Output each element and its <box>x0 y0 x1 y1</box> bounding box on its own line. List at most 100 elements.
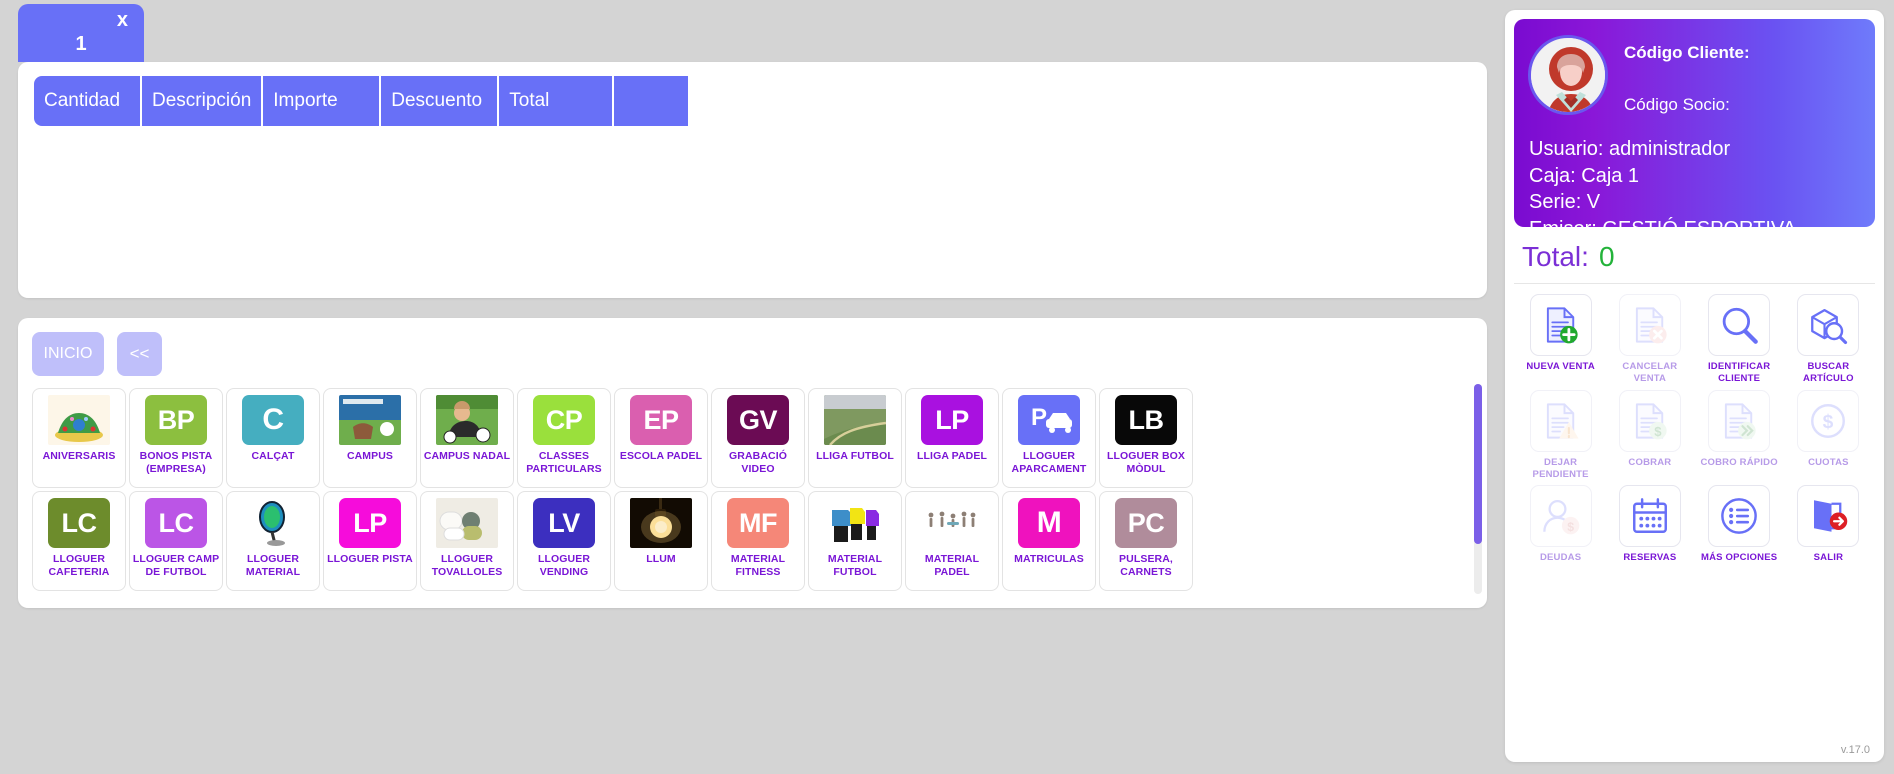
product-label: LLOGUER CAMP DE FUTBOL <box>132 553 220 579</box>
action-label: NUEVA VENTA <box>1526 361 1595 372</box>
product-thumbnail-parking: P <box>1018 395 1080 445</box>
product-tile[interactable]: LLUM <box>614 491 708 591</box>
coin-dollar-icon: $ <box>1797 389 1860 452</box>
codigo-cliente-label: Código Cliente: <box>1624 43 1750 62</box>
product-initials: LP <box>339 498 401 548</box>
serie-line: Serie: V <box>1529 191 1601 214</box>
doc-money-icon: $ <box>1618 389 1681 452</box>
action-label: CUOTAS <box>1808 456 1849 468</box>
action-label: COBRAR <box>1628 456 1672 468</box>
product-label: MATERIAL FUTBOL <box>827 553 883 579</box>
action-label: SALIR <box>1813 552 1844 564</box>
product-scrollbar[interactable] <box>1474 384 1482 594</box>
product-tile[interactable]: C CALÇAT <box>226 388 320 488</box>
right-sidebar: Código Cliente: Código Socio: Usuario: a… <box>1505 10 1884 762</box>
action-button-cobro-r-pido: COBRO RÁPIDO <box>1697 389 1782 482</box>
doc-warning-icon <box>1529 389 1592 452</box>
product-tile[interactable]: LV LLOGUER VENDING <box>517 491 611 591</box>
product-initials: LV <box>533 498 595 548</box>
product-thumbnail-racket <box>242 498 304 548</box>
product-tile[interactable]: LP LLOGUER PISTA <box>323 491 417 591</box>
action-button-grid: NUEVA VENTA CANCELAR VENTA IDENTIFICAR CLI… <box>1514 284 1875 565</box>
product-initials: LB <box>1115 395 1177 445</box>
product-tile[interactable]: LB LLOGUER BOX MÒDUL <box>1099 388 1193 488</box>
column-header-importe: Importe <box>263 76 382 126</box>
pos-application: x 1 Cantidad Descripción Importe Descuento T… <box>0 0 1894 774</box>
action-row: NUEVA VENTA CANCELAR VENTA IDENTIFICAR CLI… <box>1518 294 1871 386</box>
product-initials: M <box>1018 498 1080 548</box>
action-button-reservas[interactable]: RESERVAS <box>1607 485 1692 564</box>
action-label: BUSCAR ARTÍCULO <box>1803 361 1854 385</box>
product-tile[interactable]: LLOGUER MATERIAL <box>226 491 320 591</box>
product-tile[interactable]: LP LLIGA PADEL <box>905 388 999 488</box>
box-search-icon <box>1797 294 1860 356</box>
action-label: CANCELAR VENTA <box>1622 361 1678 385</box>
action-button-cuotas: $ CUOTAS <box>1786 389 1871 482</box>
product-tile[interactable]: PC PULSERA, CARNETS <box>1099 491 1193 591</box>
product-scrollbar-thumb[interactable] <box>1474 384 1482 544</box>
product-tile[interactable]: P LLOGUER APARCAMENT <box>1002 388 1096 488</box>
product-tile[interactable]: CAMPUS <box>323 388 417 488</box>
product-tile[interactable]: BP BONOS PISTA (EMPRESA) <box>129 388 223 488</box>
back-button[interactable]: << <box>117 332 162 376</box>
product-label: LLOGUER APARCAMENT <box>1011 450 1087 476</box>
product-thumbnail-people <box>921 498 983 548</box>
action-label: DEUDAS <box>1539 552 1582 564</box>
codigo-socio-label: Código Socio: <box>1624 95 1730 114</box>
list-circle-icon <box>1708 485 1771 548</box>
product-tile[interactable]: CAMPUS NADAL <box>420 388 514 488</box>
total-value: 0 <box>1598 241 1615 272</box>
inicio-button[interactable]: INICIO <box>32 332 104 376</box>
product-label: CALÇAT <box>251 450 295 462</box>
product-tile[interactable]: CP CLASSES PARTICULARS <box>517 388 611 488</box>
column-header-blank <box>614 76 689 126</box>
sale-tab-1[interactable]: x 1 <box>18 4 144 62</box>
action-label: DEJAR PENDIENTE <box>1532 456 1589 481</box>
action-row: $ DEUDAS RESERVAS MÁS OPCIONES SALIR <box>1518 485 1871 564</box>
product-tile[interactable]: MF MATERIAL FITNESS <box>711 491 805 591</box>
product-tile[interactable]: ANIVERSARIS <box>32 388 126 488</box>
action-button-salir[interactable]: SALIR <box>1786 485 1871 564</box>
calendar-icon <box>1618 485 1681 548</box>
product-thumbnail-campus <box>339 395 401 445</box>
close-icon[interactable]: x <box>117 10 128 30</box>
product-label: LLOGUER TOVALLOLES <box>431 553 503 579</box>
product-tile[interactable]: MATERIAL FUTBOL <box>808 491 902 591</box>
action-button-buscar-art-culo[interactable]: BUSCAR ARTÍCULO <box>1786 294 1871 386</box>
product-tile[interactable]: LLOGUER TOVALLOLES <box>420 491 514 591</box>
product-label: LLIGA PADEL <box>917 450 987 462</box>
svg-text:$: $ <box>1567 520 1574 534</box>
action-button-identificar-cliente[interactable]: IDENTIFICAR CLIENTE <box>1697 294 1782 386</box>
product-grid: ANIVERSARIS BP BONOS PISTA (EMPRESA) C CALÇA… <box>32 388 1471 591</box>
product-initials: EP <box>630 395 692 445</box>
product-tile[interactable]: MATERIAL PADEL <box>905 491 999 591</box>
product-label: LLIGA FUTBOL <box>816 450 894 462</box>
product-tile[interactable]: EP ESCOLA PADEL <box>614 388 708 488</box>
product-label: BONOS PISTA (EMPRESA) <box>139 450 213 476</box>
total-label: Total: <box>1522 241 1589 272</box>
product-thumbnail-cake <box>48 395 110 445</box>
product-label: LLOGUER BOX MÒDUL <box>1106 450 1186 476</box>
product-tile[interactable]: LLIGA FUTBOL <box>808 388 902 488</box>
doc-add-icon <box>1529 294 1592 356</box>
product-initials: BP <box>145 395 207 445</box>
avatar <box>1528 35 1608 115</box>
sale-table-body[interactable] <box>34 126 1471 296</box>
product-tile[interactable]: GV GRABACIÓ VIDEO <box>711 388 805 488</box>
product-tile[interactable]: LC LLOGUER CAFETERIA <box>32 491 126 591</box>
product-initials: CP <box>533 395 595 445</box>
action-button-m-s-opciones[interactable]: MÁS OPCIONES <box>1697 485 1782 564</box>
product-initials: C <box>242 395 304 445</box>
product-label: MATERIAL PADEL <box>924 553 980 579</box>
product-label: CAMPUS <box>346 450 394 462</box>
column-header-total: Total <box>499 76 615 126</box>
magnifier-icon <box>1708 294 1771 356</box>
product-tile[interactable]: LC LLOGUER CAMP DE FUTBOL <box>129 491 223 591</box>
product-label: LLOGUER PISTA <box>327 553 413 565</box>
action-button-nueva-venta[interactable]: NUEVA VENTA <box>1518 294 1603 386</box>
column-header-descripcion: Descripción <box>142 76 264 126</box>
exit-door-icon <box>1797 485 1860 548</box>
product-tile[interactable]: M MATRICULAS <box>1002 491 1096 591</box>
product-label: MATRICULAS <box>1014 553 1084 565</box>
doc-fast-icon <box>1708 389 1771 452</box>
